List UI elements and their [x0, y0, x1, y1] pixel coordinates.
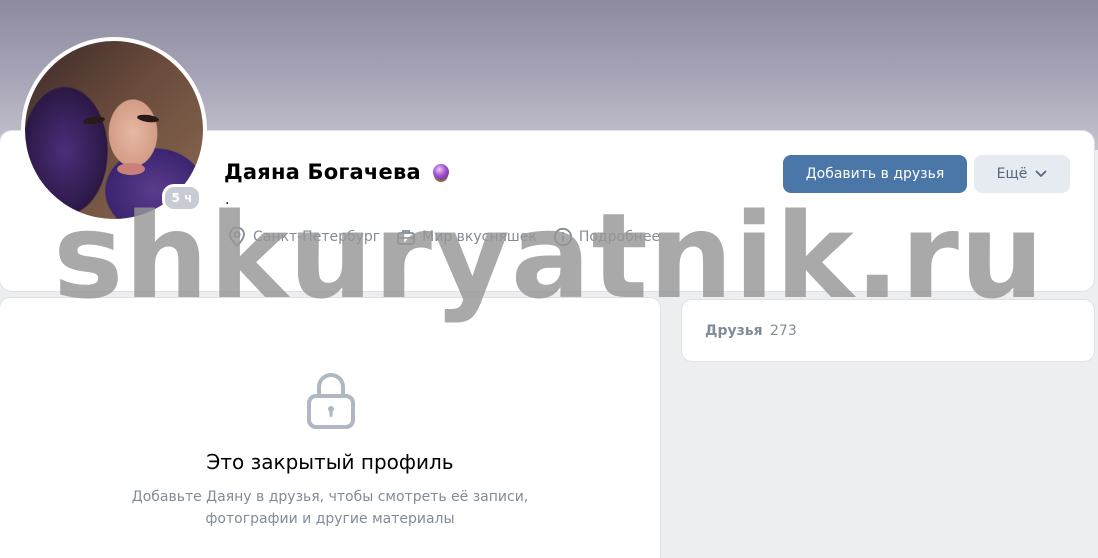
lock-icon [307, 373, 355, 429]
chevron-down-icon [1035, 170, 1047, 177]
profile-name: Даяна Богачева [224, 160, 421, 184]
closed-profile-title: Это закрытый профиль [206, 450, 454, 474]
avatar-eye-right [136, 113, 160, 124]
closed-profile-description: Добавьте Даяну в друзья, чтобы смотреть … [100, 486, 560, 530]
profile-name-row: Даяна Богачева [224, 156, 449, 188]
avatar-lips [117, 163, 145, 175]
closed-profile-description-line1: Добавьте Даяну в друзья, чтобы смотреть … [131, 489, 529, 505]
watermark: shkuryatnik.ru [53, 187, 1045, 325]
crystal-ball-icon [432, 164, 449, 180]
closed-profile-description-line2: фотографии и другие материалы [205, 511, 455, 527]
more-actions-label: Ещё [996, 166, 1028, 182]
avatar-eye-left [82, 115, 106, 126]
